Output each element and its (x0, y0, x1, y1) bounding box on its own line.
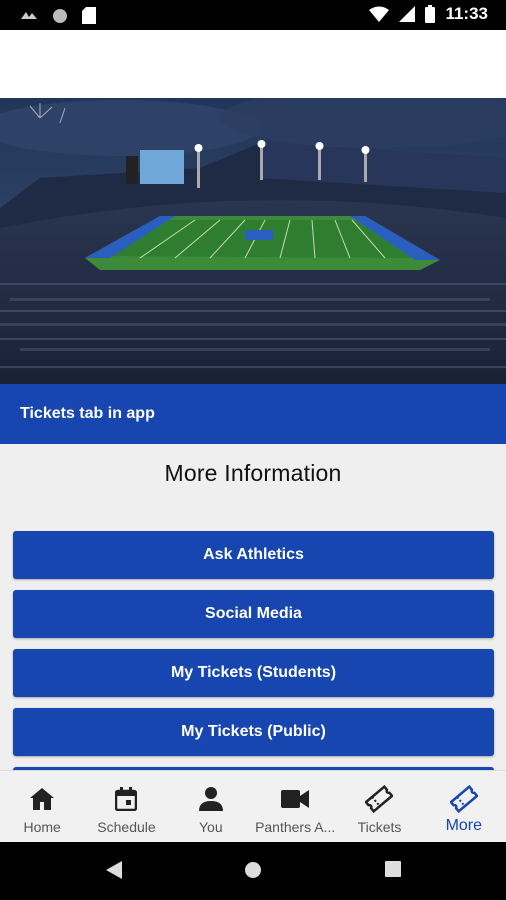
more-information-section: More Information Ask Athletics Social Me… (0, 444, 506, 770)
wifi-icon (369, 6, 390, 22)
recents-square-icon[interactable] (385, 861, 401, 877)
status-time: 11:33 (445, 4, 488, 23)
calendar-icon (112, 785, 140, 813)
circle-notification-icon (53, 8, 67, 23)
sd-card-icon (82, 7, 96, 24)
stadium-hero-image (0, 98, 506, 384)
nav-item-tickets[interactable]: Tickets (337, 771, 421, 843)
nav-label-tickets: Tickets (357, 819, 402, 835)
my-tickets-public-button[interactable]: My Tickets (Public) (13, 708, 494, 756)
more-ticket-icon (449, 784, 478, 814)
nfc-notification-icon (21, 11, 37, 19)
nav-label-panthers-access: Panthers A... (255, 819, 336, 835)
back-icon[interactable] (106, 861, 122, 879)
signal-icon (399, 6, 416, 22)
nav-label-schedule: Schedule (97, 819, 156, 835)
app-header (0, 30, 506, 98)
my-tickets-students-button[interactable]: My Tickets (Students) (13, 649, 494, 697)
nav-item-home[interactable]: Home (0, 771, 84, 843)
status-left-icons (20, 7, 96, 24)
ask-athletics-button[interactable]: Ask Athletics (13, 531, 494, 579)
system-navigation-bar (0, 842, 506, 900)
home-circle-icon[interactable] (244, 861, 262, 879)
social-media-button[interactable]: Social Media (13, 590, 494, 638)
section-title: More Information (164, 460, 342, 486)
bottom-navigation: Home Schedule You Panthers A... Tickets … (0, 770, 506, 843)
person-icon (197, 785, 225, 813)
battery-icon (425, 5, 436, 23)
video-camera-icon (281, 785, 310, 813)
nav-item-schedule[interactable]: Schedule (84, 771, 168, 843)
home-icon (28, 785, 56, 813)
nav-label-more: More (445, 817, 483, 834)
nav-label-you: You (199, 819, 223, 835)
nav-item-panthers-access[interactable]: Panthers A... (253, 771, 337, 843)
nav-item-you[interactable]: You (169, 771, 253, 843)
status-right-icons: 11:33 (369, 4, 488, 24)
banner-text: Tickets tab in app (20, 405, 155, 422)
ticket-icon (365, 785, 394, 813)
tickets-info-banner: Tickets tab in app (0, 384, 506, 444)
status-bar: 11:33 (0, 0, 506, 30)
nav-label-home: Home (23, 819, 61, 835)
nav-item-more[interactable]: More (422, 771, 506, 843)
